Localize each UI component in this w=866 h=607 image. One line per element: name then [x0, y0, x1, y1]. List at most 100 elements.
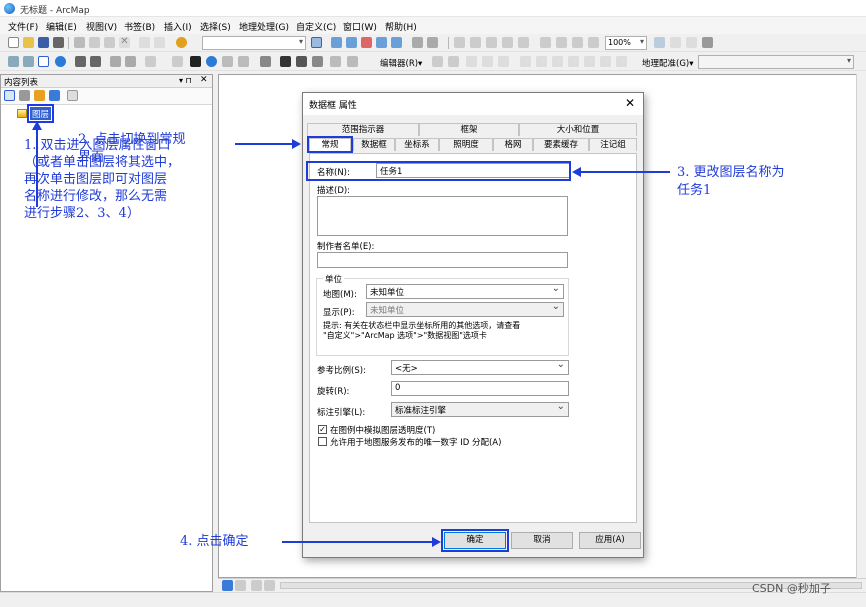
- reference-scale-dropdown[interactable]: <无>: [391, 359, 569, 375]
- redo-icon[interactable]: [154, 37, 165, 48]
- layout-zoom-combo[interactable]: 100%: [605, 36, 647, 50]
- list-by-drawing-order-icon[interactable]: [4, 90, 15, 101]
- layout-tool-11-icon[interactable]: [670, 37, 681, 48]
- menu-windows[interactable]: 窗口(W): [343, 20, 377, 33]
- menu-edit[interactable]: 编辑(E): [46, 20, 77, 33]
- new-document-icon[interactable]: [8, 37, 19, 48]
- layout-tool-9-icon[interactable]: [588, 37, 599, 48]
- find-route-icon[interactable]: [296, 56, 307, 67]
- open-folder-icon[interactable]: [23, 37, 34, 48]
- georeferencing-menu[interactable]: 地理配准(G)▾: [642, 57, 694, 69]
- python-window-icon[interactable]: [391, 37, 402, 48]
- hyperlink-icon[interactable]: [238, 56, 249, 67]
- fixed-zoom-in-icon[interactable]: [75, 56, 86, 67]
- unique-id-checkbox[interactable]: [318, 437, 327, 446]
- rotation-field[interactable]: 0: [391, 381, 569, 396]
- edit-tool-6-icon[interactable]: [520, 56, 531, 67]
- cut-icon[interactable]: [74, 37, 85, 48]
- copy-icon[interactable]: [89, 37, 100, 48]
- edit-tool-12-icon[interactable]: [616, 56, 627, 67]
- layout-tool-13-icon[interactable]: [702, 37, 713, 48]
- tab-grids[interactable]: 格网: [493, 138, 533, 151]
- add-data-icon[interactable]: [176, 37, 187, 48]
- apply-button[interactable]: 应用(A): [579, 532, 641, 549]
- edit-tool-10-icon[interactable]: [584, 56, 595, 67]
- editor-toolbar-icon[interactable]: [311, 37, 322, 48]
- clear-selection-icon[interactable]: [172, 56, 183, 67]
- toc-window-icon[interactable]: [331, 37, 342, 48]
- delete-icon[interactable]: ✕: [119, 37, 130, 48]
- toc-close-icon[interactable]: ✕: [200, 75, 208, 85]
- map-vertical-scrollbar[interactable]: [856, 74, 866, 578]
- print-icon[interactable]: [53, 37, 64, 48]
- undo-icon[interactable]: [139, 37, 150, 48]
- layout-tool-10-icon[interactable]: [654, 37, 665, 48]
- select-elements-icon[interactable]: [190, 56, 201, 67]
- select-features-icon[interactable]: [145, 56, 156, 67]
- edit-tool-1-icon[interactable]: [432, 56, 443, 67]
- layout-view-icon[interactable]: [235, 580, 246, 591]
- layout-tool-6-icon[interactable]: [540, 37, 551, 48]
- pause-drawing-icon[interactable]: [264, 580, 275, 591]
- description-field[interactable]: [317, 196, 568, 236]
- html-popup-icon[interactable]: [222, 56, 233, 67]
- layout-tool-1-icon[interactable]: [454, 37, 465, 48]
- tab-feature-cache[interactable]: 要素缓存: [533, 138, 589, 151]
- tab-general[interactable]: 常规: [307, 136, 353, 153]
- edit-tool-4-icon[interactable]: [482, 56, 493, 67]
- toolbar-option-icon[interactable]: [427, 37, 438, 48]
- menu-help[interactable]: 帮助(H): [385, 20, 417, 33]
- simulate-transparency-checkbox[interactable]: ✓: [318, 425, 327, 434]
- edit-tool-3-icon[interactable]: [466, 56, 477, 67]
- zoom-out-icon[interactable]: [23, 56, 34, 67]
- toc-pin-icon[interactable]: ▾ ⊓: [179, 76, 192, 85]
- edit-tool-7-icon[interactable]: [536, 56, 547, 67]
- pan-icon[interactable]: [38, 56, 49, 67]
- ok-button[interactable]: 确定: [441, 529, 509, 552]
- data-view-icon[interactable]: [222, 580, 233, 591]
- menu-geoprocessing[interactable]: 地理处理(G): [239, 20, 289, 33]
- edit-tool-5-icon[interactable]: [498, 56, 509, 67]
- layout-tool-4-icon[interactable]: [502, 37, 513, 48]
- map-units-dropdown[interactable]: 未知单位: [366, 283, 564, 299]
- menu-file[interactable]: 文件(F): [8, 20, 38, 33]
- fixed-zoom-out-icon[interactable]: [90, 56, 101, 67]
- cancel-button[interactable]: 取消: [511, 532, 573, 549]
- layout-tool-2-icon[interactable]: [470, 37, 481, 48]
- edit-tool-2-icon[interactable]: [448, 56, 459, 67]
- catalog-window-icon[interactable]: [346, 37, 357, 48]
- zoom-in-icon[interactable]: [8, 56, 19, 67]
- edit-tool-8-icon[interactable]: [552, 56, 563, 67]
- editor-menu[interactable]: 编辑器(R)▾: [380, 57, 422, 69]
- save-icon[interactable]: [38, 37, 49, 48]
- refresh-view-icon[interactable]: [251, 580, 262, 591]
- map-scale-combo[interactable]: [202, 36, 306, 50]
- layout-tool-7-icon[interactable]: [556, 37, 567, 48]
- edit-tool-11-icon[interactable]: [600, 56, 611, 67]
- tab-extent-indicators[interactable]: 范围指示器: [307, 123, 419, 136]
- label-engine-dropdown[interactable]: 标准标注引擎: [391, 401, 569, 417]
- layer-node[interactable]: 图层: [17, 104, 57, 123]
- model-builder-icon[interactable]: [412, 37, 423, 48]
- menu-customize[interactable]: 自定义(C): [296, 20, 336, 33]
- tab-size-position[interactable]: 大小和位置: [519, 123, 637, 136]
- list-by-selection-icon[interactable]: [49, 90, 60, 101]
- credits-field[interactable]: [317, 252, 568, 268]
- menu-insert[interactable]: 插入(I): [164, 20, 192, 33]
- time-slider-icon[interactable]: [330, 56, 341, 67]
- layer-name-label[interactable]: 图层: [26, 104, 55, 123]
- paste-icon[interactable]: [104, 37, 115, 48]
- edit-tool-9-icon[interactable]: [568, 56, 579, 67]
- layout-tool-12-icon[interactable]: [686, 37, 697, 48]
- close-icon[interactable]: ✕: [625, 96, 635, 110]
- tab-coordinate-system[interactable]: 坐标系: [395, 138, 439, 151]
- search-window-icon[interactable]: [361, 37, 372, 48]
- forward-extent-icon[interactable]: [125, 56, 136, 67]
- layout-tool-5-icon[interactable]: [518, 37, 529, 48]
- layout-tool-3-icon[interactable]: [486, 37, 497, 48]
- menu-selection[interactable]: 选择(S): [200, 20, 231, 33]
- viewer-window-icon[interactable]: [347, 56, 358, 67]
- back-extent-icon[interactable]: [110, 56, 121, 67]
- display-units-dropdown[interactable]: 未知单位: [366, 301, 564, 317]
- list-by-visibility-icon[interactable]: [34, 90, 45, 101]
